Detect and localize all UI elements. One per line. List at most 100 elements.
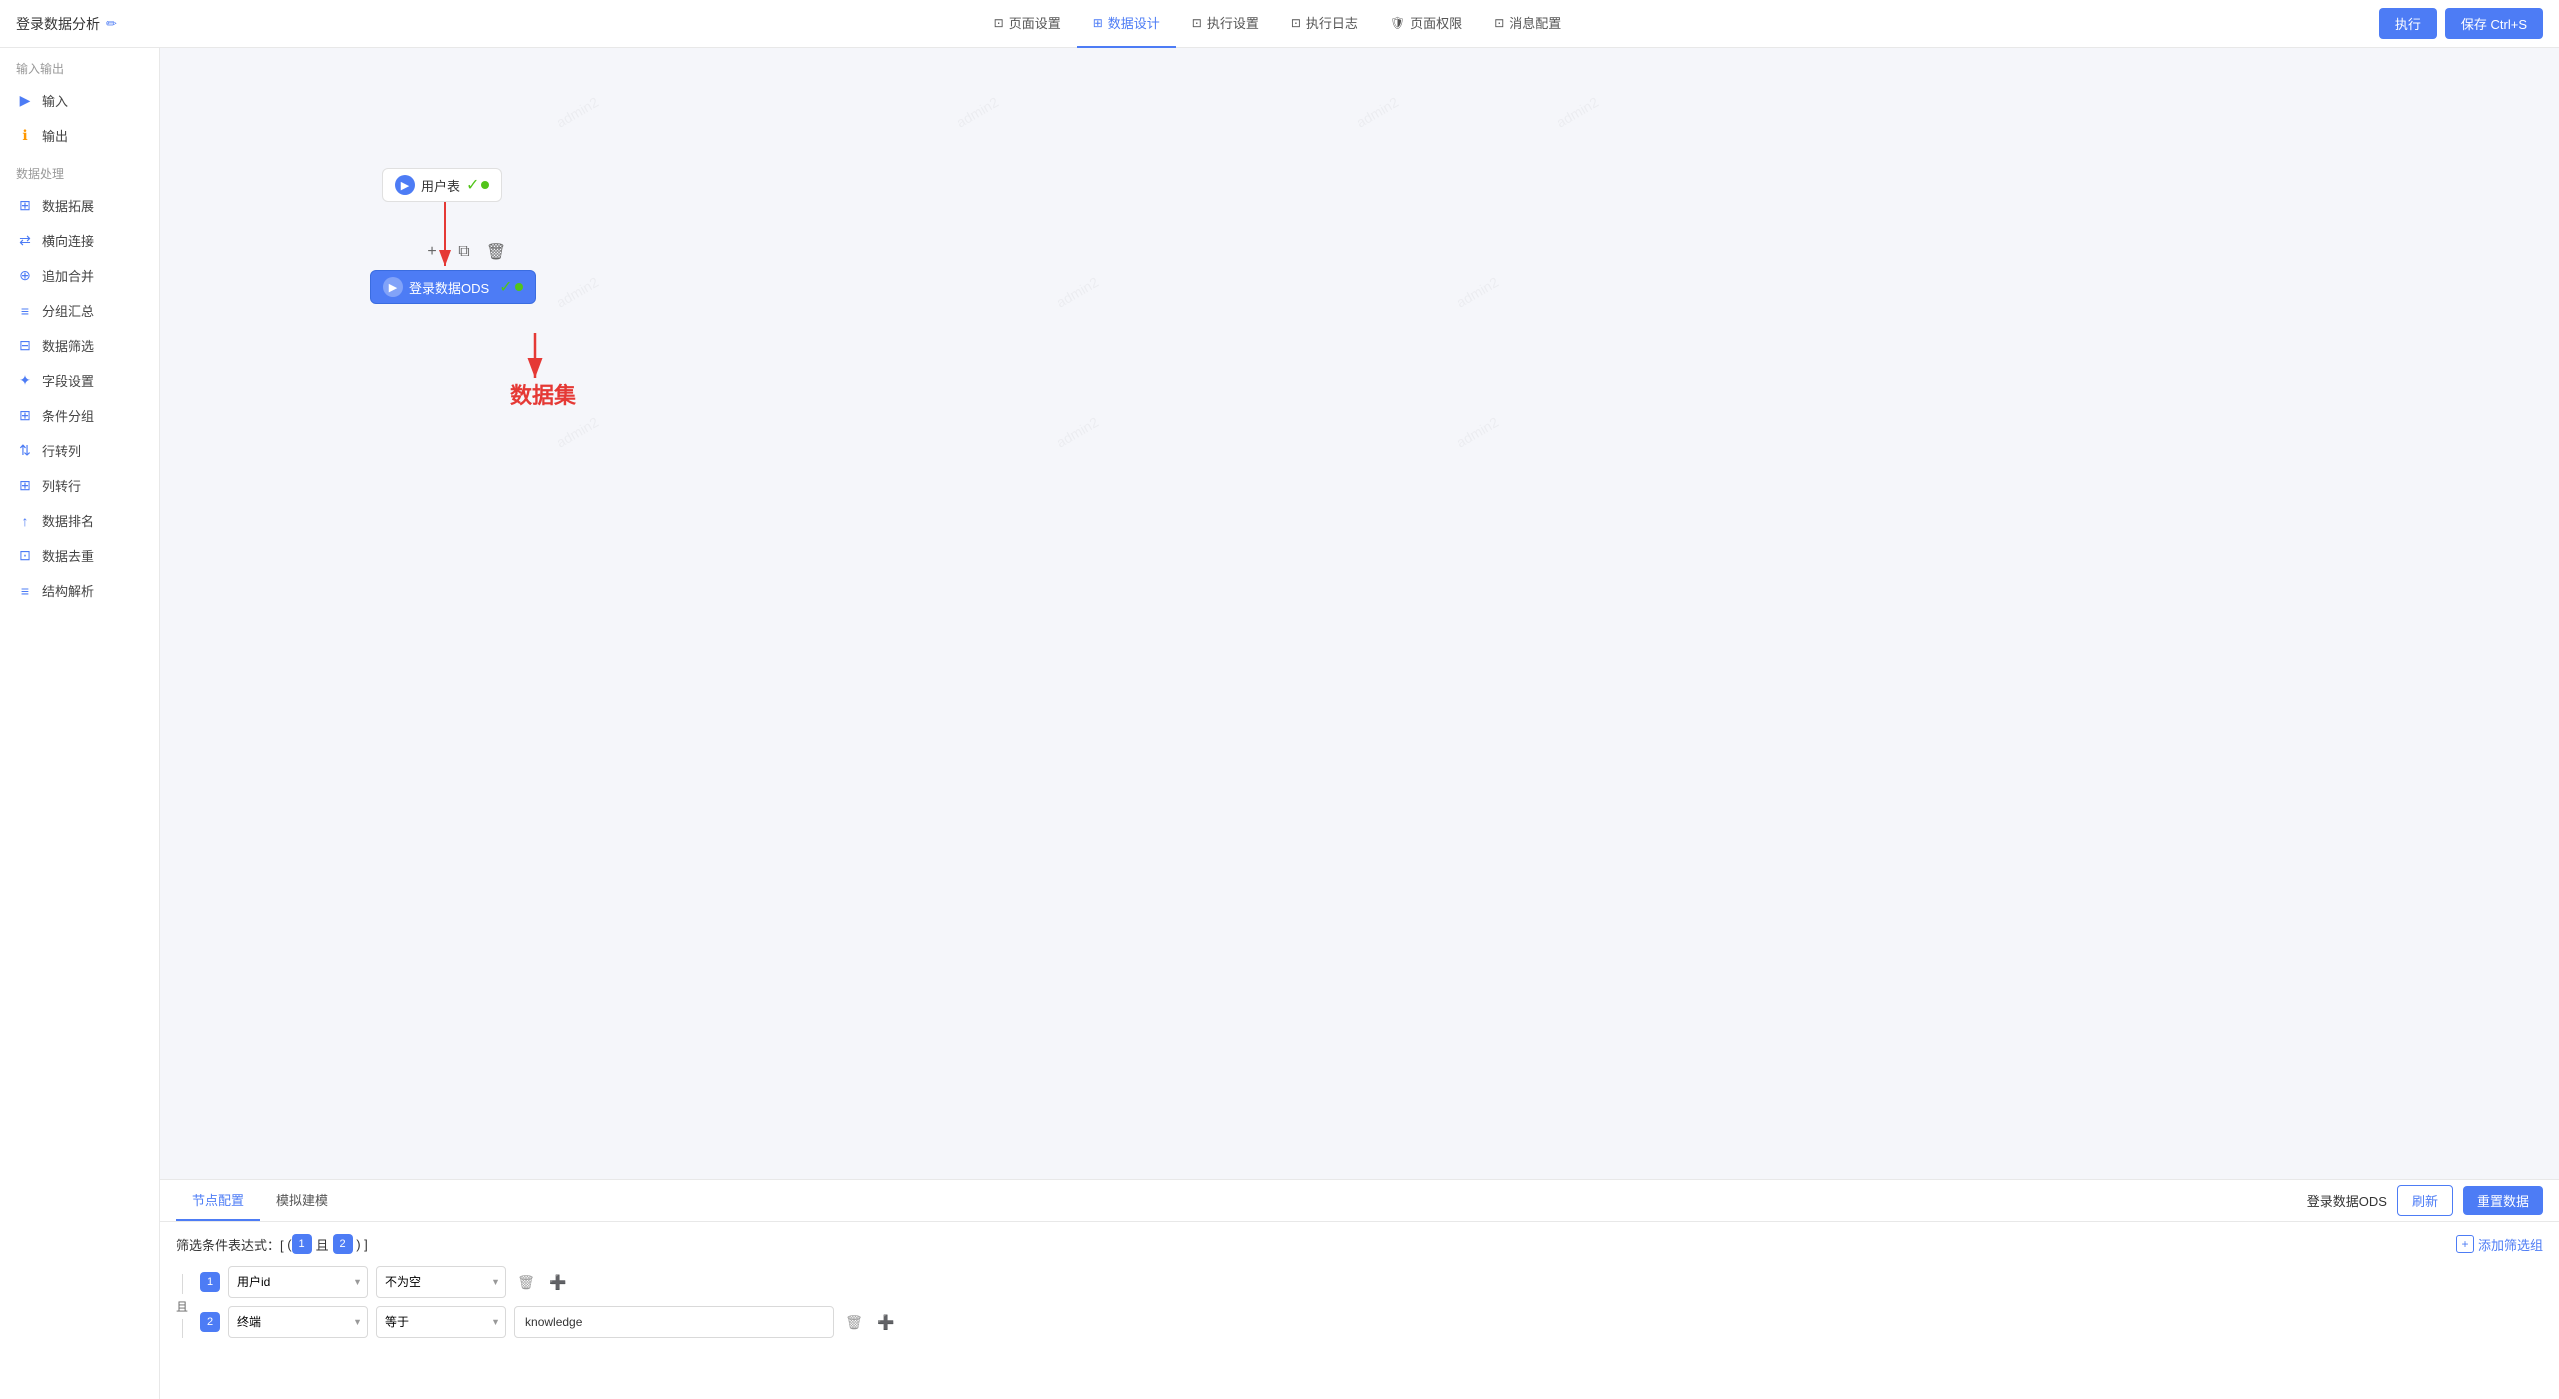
svg-text:admin2: admin2	[1454, 274, 1502, 311]
panel-header: 节点配置 模拟建模 登录数据ODS 刷新 重置数据	[160, 1180, 2559, 1222]
tab-exec-settings[interactable]: ⊡ 执行设置	[1176, 0, 1275, 48]
sidebar-label-data-dedup: 数据去重	[42, 546, 94, 565]
data-expand-icon: ⊞	[16, 197, 34, 215]
user-table-status: ✓	[466, 175, 489, 195]
ods-check-icon: ✓	[499, 277, 512, 297]
app-container: 登录数据分析 ✏ ⊡ 页面设置 ⊞ 数据设计 ⊡ 执行设置 ⊡ 执行日志 🛡 页	[0, 0, 2559, 1399]
ods-label: 登录数据ODS	[409, 278, 489, 297]
filter-op-1[interactable]: 不为空	[376, 1266, 506, 1298]
sidebar-label-group-summary: 分组汇总	[42, 301, 94, 320]
node-toolbar: + ⧉ 🗑	[420, 240, 508, 264]
sidebar-item-output[interactable]: ℹ 输出	[0, 118, 159, 153]
sidebar-item-data-expand[interactable]: ⊞ 数据拓展	[0, 188, 159, 223]
sidebar-label-cond-split: 条件分组	[42, 406, 94, 425]
page-settings-icon: ⊡	[994, 16, 1004, 30]
panel-right: 登录数据ODS 刷新 重置数据	[2307, 1185, 2543, 1216]
sidebar-item-row-to-col[interactable]: ⇅ 行转列	[0, 433, 159, 468]
sidebar-item-col-to-row[interactable]: ⊞ 列转行	[0, 468, 159, 503]
svg-text:admin2: admin2	[1054, 414, 1102, 451]
svg-text:admin2: admin2	[554, 414, 602, 451]
data-filter-icon: ⊟	[16, 337, 34, 355]
delete-tool-icon[interactable]: 🗑	[484, 240, 508, 264]
sidebar-item-group-summary[interactable]: ≡ 分组汇总	[0, 293, 159, 328]
nav-label-data-design: 数据设计	[1108, 13, 1160, 32]
sidebar-item-cond-split[interactable]: ⊞ 条件分组	[0, 398, 159, 433]
section-processing-title: 数据处理	[0, 153, 159, 188]
sidebar-item-data-filter[interactable]: ⊟ 数据筛选	[0, 328, 159, 363]
sidebar-item-struct-parse[interactable]: ≡ 结构解析	[0, 573, 159, 608]
node-ods[interactable]: ▶ 登录数据ODS ✓	[370, 270, 536, 304]
filter-badge-1: 1	[292, 1234, 312, 1254]
svg-text:admin2: admin2	[954, 94, 1002, 131]
row-delete-1[interactable]: 🗑	[514, 1270, 538, 1294]
and-connector-label: 且	[176, 1294, 188, 1319]
svg-text:admin2: admin2	[1554, 94, 1602, 131]
svg-text:admin2: admin2	[554, 274, 602, 311]
tab-msg-config[interactable]: ⊡ 消息配置	[1478, 0, 1577, 48]
filter-field-1[interactable]: 用户id	[228, 1266, 368, 1298]
filter-row-2: 2 终端 ▾ 等于	[200, 1306, 2543, 1338]
tab-data-design[interactable]: ⊞ 数据设计	[1077, 0, 1176, 48]
edit-icon[interactable]: ✏	[106, 16, 117, 32]
sidebar-item-data-dedup[interactable]: ⊡ 数据去重	[0, 538, 159, 573]
sidebar-label-data-ranking: 数据排名	[42, 511, 94, 530]
ods-node-icon: ▶	[383, 277, 403, 297]
add-filter-label: 添加筛选组	[2478, 1235, 2543, 1254]
node-user-table[interactable]: ▶ 用户表 ✓	[382, 168, 502, 202]
tab-page-settings[interactable]: ⊡ 页面设置	[978, 0, 1077, 48]
bottom-panel: 节点配置 模拟建模 登录数据ODS 刷新 重置数据 筛选条件表达式：[ ( 1 …	[160, 1179, 2559, 1399]
row-add-1[interactable]: ➕	[546, 1270, 570, 1294]
filter-value-2[interactable]	[514, 1306, 834, 1338]
save-button[interactable]: 保存 Ctrl+S	[2445, 8, 2543, 39]
row-to-col-icon: ⇅	[16, 442, 34, 460]
user-table-label: 用户表	[421, 176, 460, 195]
panel-node-name: 登录数据ODS	[2307, 1191, 2387, 1210]
add-tool-icon[interactable]: +	[420, 240, 444, 264]
sidebar-label-col-to-row: 列转行	[42, 476, 81, 495]
tab-node-config[interactable]: 节点配置	[176, 1180, 260, 1221]
svg-text:admin2: admin2	[1454, 414, 1502, 451]
group-summary-icon: ≡	[16, 302, 34, 320]
nav-label-page-settings: 页面设置	[1009, 13, 1061, 32]
filter-field-2[interactable]: 终端	[228, 1306, 368, 1338]
check-icon: ✓	[466, 175, 479, 195]
tab-page-auth[interactable]: 🛡 页面权限	[1374, 0, 1478, 48]
filter-expr-close: ) ]	[353, 1237, 368, 1252]
nav-label-exec-settings: 执行设置	[1207, 13, 1259, 32]
status-dot	[481, 181, 489, 189]
data-dedup-icon: ⊡	[16, 547, 34, 565]
filter-rows: 1 用户id ▾ 不为空	[200, 1266, 2543, 1338]
right-column: admin2 admin2 admin2 admin2 admin2 admin…	[160, 48, 2559, 1399]
input-icon: ▶	[16, 92, 34, 110]
canvas-area: admin2 admin2 admin2 admin2 admin2 admin…	[160, 48, 2559, 1179]
col-to-row-icon: ⊞	[16, 477, 34, 495]
sidebar-label-struct-parse: 结构解析	[42, 581, 94, 600]
tab-mock[interactable]: 模拟建模	[260, 1180, 344, 1221]
sidebar-item-data-ranking[interactable]: ↑ 数据排名	[0, 503, 159, 538]
user-table-node-icon: ▶	[395, 175, 415, 195]
filter-op-2[interactable]: 等于	[376, 1306, 506, 1338]
sidebar-item-append-merge[interactable]: ⊕ 追加合并	[0, 258, 159, 293]
main-content: 输入输出 ▶ 输入 ℹ 输出 数据处理 ⊞ 数据拓展 ⇄ 横向连接 ⊕ 追加合并	[0, 48, 2559, 1399]
tab-exec-log[interactable]: ⊡ 执行日志	[1275, 0, 1374, 48]
sidebar-item-field-settings[interactable]: ✦ 字段设置	[0, 363, 159, 398]
struct-parse-icon: ≡	[16, 582, 34, 600]
sidebar-label-input: 输入	[42, 91, 68, 110]
sidebar-label-data-filter: 数据筛选	[42, 336, 94, 355]
sidebar-item-input[interactable]: ▶ 输入	[0, 83, 159, 118]
msg-config-icon: ⊡	[1494, 16, 1504, 30]
add-filter-button[interactable]: + 添加筛选组	[2456, 1235, 2543, 1254]
filter-op-2-wrap: 等于 ▾	[376, 1306, 506, 1338]
row-delete-2[interactable]: 🗑	[842, 1310, 866, 1334]
sidebar-item-horizontal-join[interactable]: ⇄ 横向连接	[0, 223, 159, 258]
execute-button[interactable]: 执行	[2379, 8, 2437, 39]
reset-button[interactable]: 重置数据	[2463, 1186, 2543, 1215]
data-ranking-icon: ↑	[16, 512, 34, 530]
row-add-2[interactable]: ➕	[874, 1310, 898, 1334]
copy-tool-icon[interactable]: ⧉	[452, 240, 476, 264]
filter-row-number-1: 1	[200, 1272, 220, 1292]
nav-label-msg-config: 消息配置	[1509, 13, 1561, 32]
ods-status-dot	[515, 283, 523, 291]
append-merge-icon: ⊕	[16, 267, 34, 285]
refresh-button[interactable]: 刷新	[2397, 1185, 2453, 1216]
